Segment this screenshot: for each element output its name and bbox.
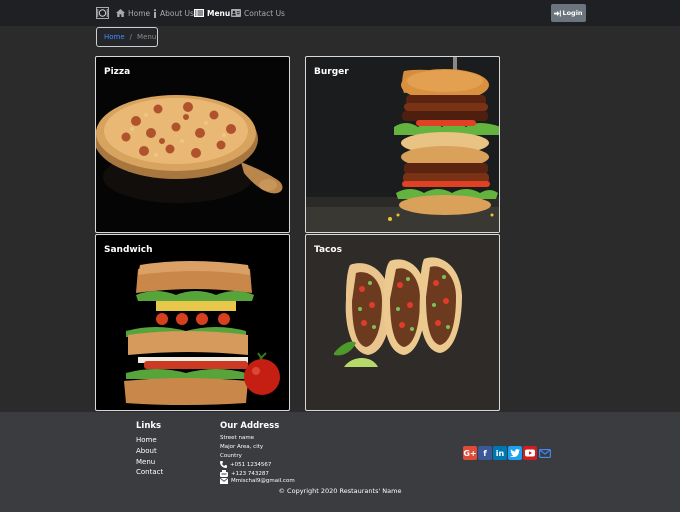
sign-in-icon [554, 10, 562, 17]
address-street: Street name [220, 435, 255, 441]
footer [0, 412, 680, 512]
fax-icon [220, 470, 228, 477]
address-country: Country [220, 453, 242, 459]
login-label: Login [562, 9, 583, 17]
pizza-image [96, 95, 283, 203]
linkedin-icon[interactable]: in [493, 446, 507, 460]
card-pizza[interactable]: Pizza [95, 56, 290, 233]
address-card-icon [231, 9, 241, 17]
info-icon [153, 8, 157, 18]
nav-contact-label: Contact Us [244, 8, 285, 18]
breadcrumb: Home / Menu [96, 27, 158, 47]
card-title: Sandwich [104, 245, 153, 255]
nav-menu-label: Menu [207, 8, 231, 18]
sandwich-image [124, 261, 280, 405]
burger-image [306, 57, 499, 232]
facebook-icon[interactable]: f [478, 446, 492, 460]
phone-icon [220, 461, 227, 468]
tacos-image [334, 257, 462, 367]
navbar: Home About Us Menu Contact Us Login [0, 0, 680, 26]
envelope-icon [220, 478, 228, 484]
login-button[interactable]: Login [551, 4, 586, 22]
nav-contact[interactable]: Contact Us [231, 0, 285, 26]
address-phone: +051 1234567 [220, 461, 271, 468]
google-plus-icon[interactable]: G+ [463, 446, 477, 460]
breadcrumb-current: Menu [137, 33, 157, 41]
card-title: Burger [314, 67, 349, 77]
youtube-icon[interactable] [523, 446, 537, 460]
email-icon[interactable] [538, 446, 552, 460]
card-tacos[interactable]: Tacos [305, 234, 500, 411]
list-icon [194, 9, 204, 17]
nav-home-label: Home [128, 8, 151, 18]
breadcrumb-separator: / [129, 33, 133, 41]
breadcrumb-home[interactable]: Home [104, 33, 125, 41]
footer-link-menu[interactable]: Menu [136, 458, 155, 466]
footer-link-about[interactable]: About [136, 447, 157, 455]
footer-link-contact[interactable]: Contact [136, 468, 163, 476]
phone-number: +051 1234567 [230, 461, 272, 468]
fax-number: +123 743287 [231, 470, 269, 477]
email-address[interactable]: Mmischal9@gmail.com [231, 478, 295, 484]
nav-about[interactable]: About Us [153, 0, 194, 26]
restaurant-plate-icon[interactable] [96, 7, 109, 19]
card-burger[interactable]: Burger [305, 56, 500, 233]
card-title: Pizza [104, 67, 131, 77]
footer-links-heading: Links [136, 421, 162, 431]
nav-home[interactable]: Home [116, 0, 150, 26]
footer-address-heading: Our Address [220, 421, 280, 431]
card-sandwich[interactable]: Sandwich [95, 234, 290, 411]
copyright: © Copyright 2020 Restaurants' Name [278, 487, 402, 495]
card-title: Tacos [314, 245, 342, 255]
address-email: Mmischal9@gmail.com [220, 478, 295, 484]
twitter-icon[interactable] [508, 446, 522, 460]
address-area: Major Area, city [220, 444, 264, 450]
nav-about-label: About Us [160, 8, 194, 18]
nav-menu[interactable]: Menu [194, 0, 230, 26]
home-icon [116, 9, 125, 17]
footer-link-home[interactable]: Home [136, 436, 157, 444]
address-fax: +123 743287 [220, 470, 269, 477]
